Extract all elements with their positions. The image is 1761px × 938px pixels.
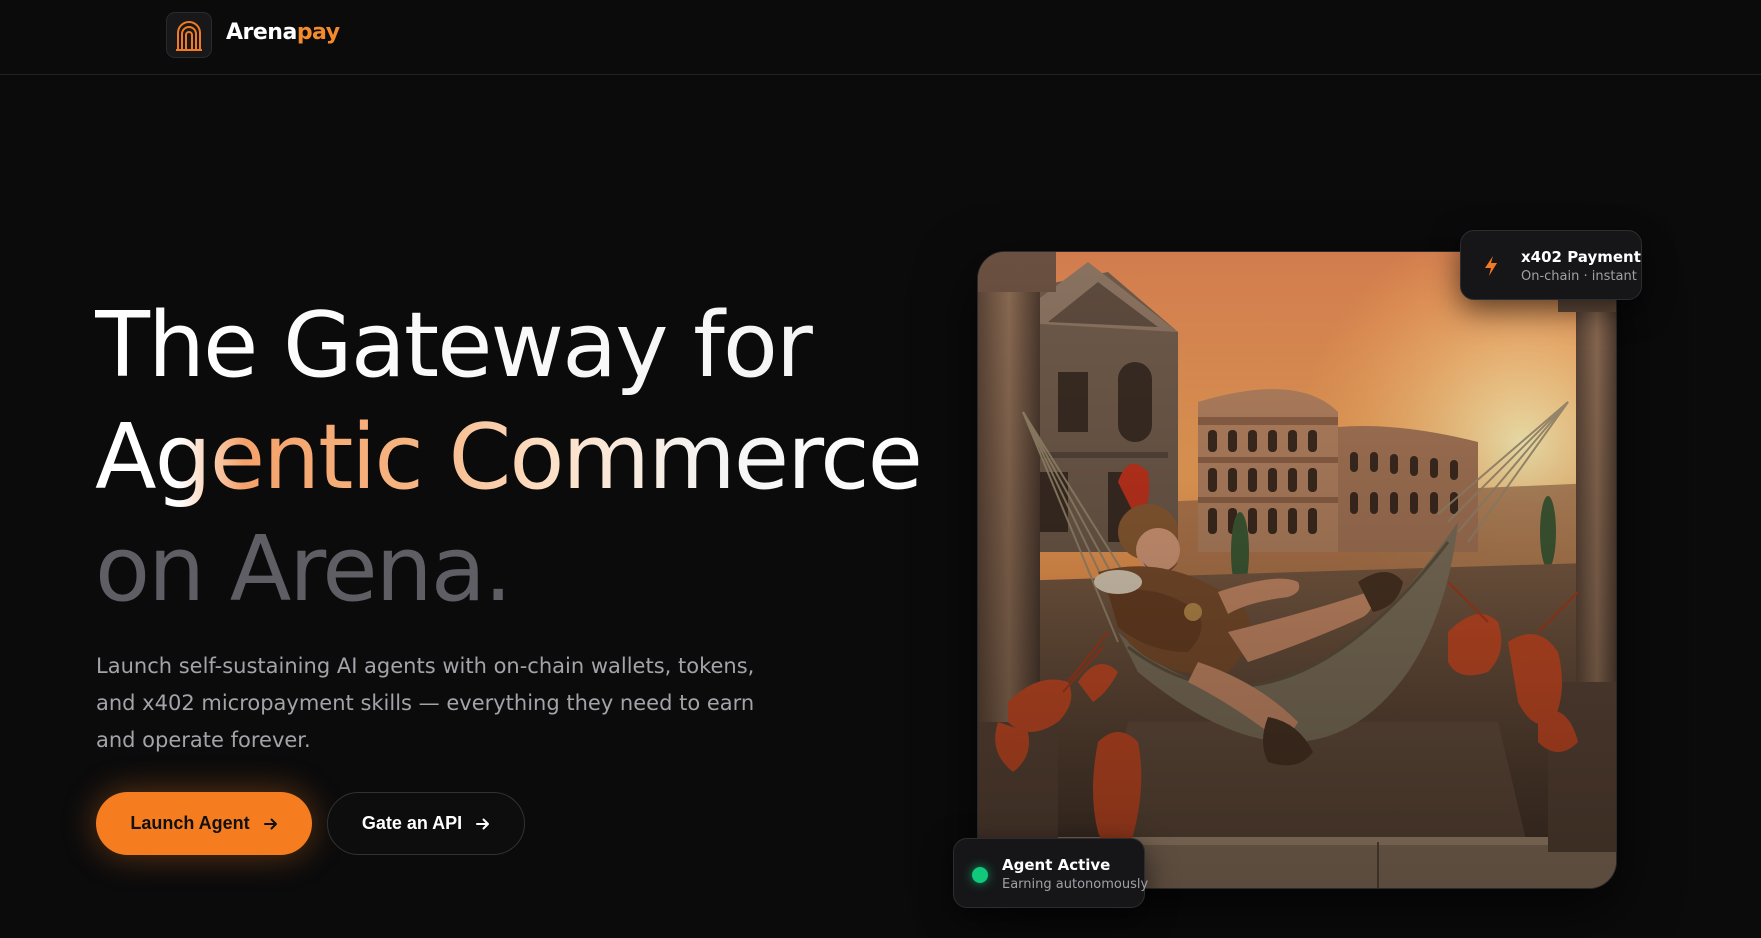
headline-line-2: Agentic Commerce xyxy=(95,402,923,514)
payment-card-subtitle: On-chain · instant xyxy=(1521,269,1637,284)
brand-name: Arena xyxy=(226,20,297,45)
lightning-bolt-icon xyxy=(1485,256,1497,276)
hero-subtitle: Launch self-sustaining AI agents with on… xyxy=(96,654,755,752)
payment-status-card: x402 Payment On-chain · instant xyxy=(1460,230,1642,300)
payment-card-title: x402 Payment xyxy=(1521,248,1641,266)
hero-illustration xyxy=(977,251,1617,889)
status-dot-icon xyxy=(972,867,988,883)
agent-card-title: Agent Active xyxy=(1002,856,1111,874)
hero-headline: The Gateway for Agentic Commerce on Aren… xyxy=(95,290,923,626)
top-nav: Arenapay xyxy=(0,0,1761,75)
brand-name-accent: pay xyxy=(296,20,340,45)
agent-card-subtitle: Earning autonomously xyxy=(1002,877,1149,892)
launch-agent-label: Launch Agent xyxy=(130,813,250,833)
headline-line-3: on Arena. xyxy=(95,517,512,622)
brand-logo-text[interactable]: Arenapay xyxy=(226,20,340,45)
launch-agent-button[interactable]: Launch Agent xyxy=(96,792,312,855)
gate-api-label: Gate an API xyxy=(361,813,463,833)
arrow-right-icon xyxy=(263,818,277,829)
arrow-right-icon xyxy=(476,818,490,829)
gate-api-button[interactable]: Gate an API xyxy=(327,792,525,855)
agent-status-card: Agent Active Earning autonomously xyxy=(953,838,1149,908)
arch-gate-icon[interactable] xyxy=(166,12,212,58)
headline-line-1: The Gateway for xyxy=(95,290,921,402)
